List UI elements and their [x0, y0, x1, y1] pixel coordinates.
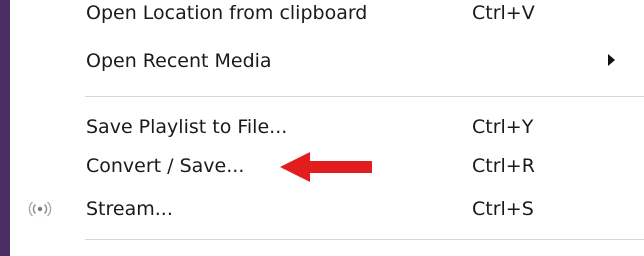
window-left-border [0, 0, 10, 256]
context-menu: Open Location from clipboard Ctrl+V Open… [10, 0, 644, 256]
menu-separator [85, 239, 644, 240]
menu-item-open-recent-media[interactable]: Open Recent Media [10, 38, 644, 84]
menu-item-label: Convert / Save... [86, 155, 245, 177]
menu-separator [85, 96, 644, 97]
red-arrow-left-icon [280, 152, 372, 182]
menu-item-shortcut: Ctrl+S [472, 198, 534, 220]
menu-item-shortcut: Ctrl+R [472, 155, 535, 177]
menu-item-stream[interactable]: Stream... Ctrl+S [10, 186, 644, 232]
menu-item-open-location-from-clipboard[interactable]: Open Location from clipboard Ctrl+V [10, 0, 644, 36]
stream-icon [28, 201, 52, 217]
menu-item-label: Stream... [86, 198, 173, 220]
menu-item-label: Open Location from clipboard [86, 2, 368, 24]
chevron-right-icon [608, 54, 615, 66]
menu-item-label: Open Recent Media [86, 50, 272, 72]
menu-item-shortcut: Ctrl+V [472, 2, 535, 24]
